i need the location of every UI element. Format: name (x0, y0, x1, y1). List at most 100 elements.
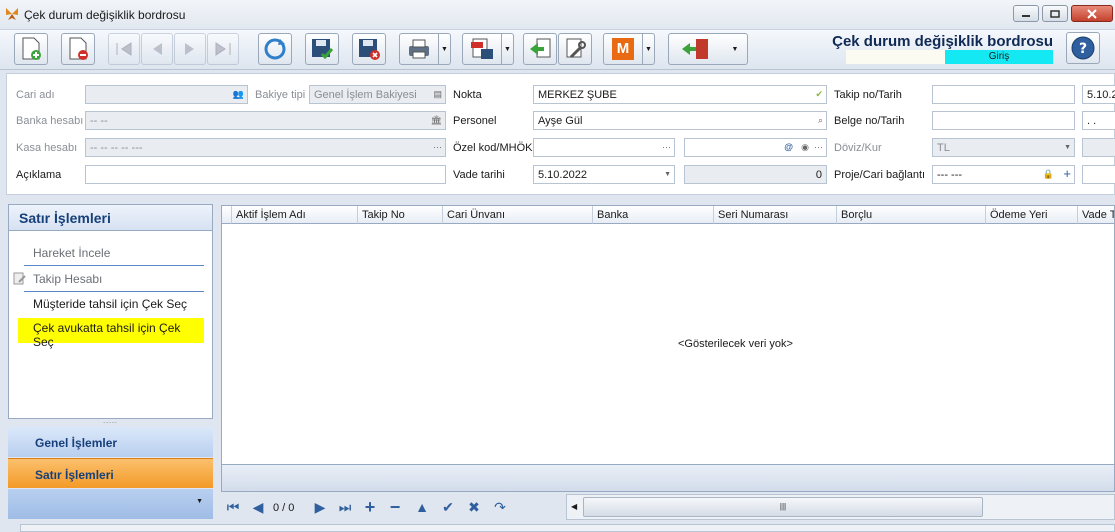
tools-icon (566, 38, 586, 59)
at-icon: @ (784, 142, 793, 152)
save-cancel-icon (359, 39, 380, 60)
cari-adi-label: Cari adı (16, 89, 55, 101)
bottom-scrollbar[interactable] (20, 524, 1115, 532)
column-header[interactable]: Cari Ünvanı (443, 206, 593, 224)
first-icon: ⏮ (226, 499, 240, 515)
minimize-button[interactable] (1013, 5, 1039, 22)
plus-icon: + (1063, 166, 1071, 181)
banka-hesabi-field[interactable]: -- -- 🏛 (85, 111, 446, 130)
print-button[interactable] (399, 33, 439, 65)
help-button[interactable]: ? (1066, 32, 1100, 64)
search-icon: ⌕ (817, 115, 823, 125)
tools-button[interactable] (558, 33, 592, 65)
print-dropdown-button[interactable]: ▼ (439, 33, 451, 65)
belge-tarih-field[interactable]: . . (1082, 111, 1115, 130)
pdf-icon (471, 38, 493, 59)
nokta-field[interactable]: MERKEZ ŞUBE ✔ (533, 85, 827, 104)
nav-satir-islemleri[interactable]: Satır İşlemleri (8, 458, 213, 488)
kasa-hesabi-field[interactable]: -- -- -- -- --- ··· (85, 138, 446, 157)
ozel-kod-field[interactable]: ··· (533, 138, 675, 157)
new-icon (22, 37, 41, 60)
exit-button[interactable]: ▼ (668, 33, 748, 65)
save-icon (312, 39, 334, 60)
lock-icon: 🔒 (1042, 169, 1054, 179)
append-row-button[interactable]: + (361, 498, 379, 516)
proje-field[interactable]: --- --- 🔒 + (932, 165, 1075, 184)
last-page-button[interactable]: ⏭ (336, 498, 354, 516)
last-record-button[interactable] (207, 33, 239, 65)
maximize-button[interactable] (1042, 5, 1068, 22)
m-dropdown-button[interactable]: ▼ (643, 33, 655, 65)
close-button[interactable] (1071, 5, 1113, 22)
nav-genel-islemler[interactable]: Genel İşlemler (8, 427, 213, 457)
window-title: Çek durum değişiklik bordrosu (24, 8, 186, 22)
horizontal-scrollbar[interactable]: ◀ ||| (566, 494, 1115, 520)
first-record-button[interactable] (108, 33, 140, 65)
nokta-label: Nokta (453, 89, 482, 101)
people-icon: 👥 (232, 89, 244, 99)
personel-field[interactable]: Ayşe Gül ⌕ (533, 111, 827, 130)
pdf-button[interactable] (462, 33, 502, 65)
redo-button[interactable]: ↷ (491, 498, 509, 516)
first-page-button[interactable]: ⏮ (224, 498, 242, 516)
triangle-up-icon: ▲ (415, 499, 429, 515)
import-button[interactable] (523, 33, 557, 65)
column-header[interactable]: Seri Numarası (714, 206, 837, 224)
vade-amount-field[interactable]: 0 (684, 165, 827, 184)
action-musteride-tahsil[interactable]: Müşteride tahsil için Çek Seç (24, 297, 196, 311)
refresh-button[interactable] (258, 33, 292, 65)
takip-no-field[interactable] (932, 85, 1075, 104)
cancel-row-button[interactable]: ✖ (465, 498, 483, 516)
cari-adi-field[interactable]: 👥 (85, 85, 248, 104)
minimize-icon (1022, 14, 1030, 17)
mhok-field[interactable]: @ ◉ ··· (684, 138, 827, 157)
next-icon (185, 43, 194, 55)
remove-row-button[interactable]: − (386, 498, 404, 516)
action-hareket-incele[interactable]: Hareket İncele (24, 246, 204, 266)
new-button[interactable] (14, 33, 48, 65)
vade-tarihi-field[interactable]: 5.10.2022 ▼ (533, 165, 675, 184)
confirm-row-button[interactable]: ✔ (439, 498, 457, 516)
check-icon: ✔ (815, 89, 823, 99)
mode-badge: Giriş (945, 50, 1053, 64)
save-button[interactable] (305, 33, 339, 65)
chevron-down-icon: ▼ (645, 45, 652, 53)
action-avukatta-tahsil[interactable]: Çek avukatta tahsil için Çek Seç (18, 318, 204, 349)
scroll-left-icon: ◀ (571, 502, 578, 511)
prev-record-button[interactable] (141, 33, 173, 65)
column-header[interactable]: Vade T (1078, 206, 1114, 224)
column-header[interactable]: Aktif İşlem Adı (232, 206, 358, 224)
save-cancel-button[interactable] (352, 33, 386, 65)
splitter-grip[interactable]: ..... (8, 418, 213, 427)
m-button[interactable]: M (603, 33, 643, 65)
prev-page-button[interactable]: ◀ (249, 498, 267, 516)
vade-tarihi-label: Vade tarihi (453, 169, 505, 181)
chevron-down-icon: ▼ (441, 45, 448, 53)
aciklama-field[interactable] (85, 165, 446, 184)
next-icon: ▶ (314, 499, 326, 515)
nav-overflow-button[interactable]: ▼ (8, 489, 213, 519)
belge-no-field[interactable] (932, 111, 1075, 130)
column-header[interactable]: Banka (593, 206, 714, 224)
next-record-button[interactable] (174, 33, 206, 65)
takip-tarih-field[interactable]: 5.10.2 (1082, 85, 1115, 104)
proje-extra-field[interactable] (1082, 165, 1115, 184)
ellipsis-icon: ··· (814, 142, 823, 152)
bakiye-tipi-field[interactable]: Genel İşlem Bakiyesi ▤ (309, 85, 446, 104)
minus-icon: − (389, 497, 401, 517)
scroll-thumb[interactable]: ||| (583, 497, 983, 517)
plus-icon: + (364, 497, 376, 517)
column-header[interactable]: Takip No (358, 206, 443, 224)
close-icon (1087, 8, 1097, 19)
kur-field[interactable] (1082, 138, 1115, 157)
move-up-button[interactable]: ▲ (413, 498, 431, 516)
doviz-field[interactable]: TL ▼ (932, 138, 1075, 157)
column-header[interactable]: Ödeme Yeri (986, 206, 1078, 224)
next-page-button[interactable]: ▶ (311, 498, 329, 516)
delete-button[interactable] (61, 33, 95, 65)
pdf-dropdown-button[interactable]: ▼ (502, 33, 514, 65)
data-grid: Aktif İşlem Adı Takip No Cari Ünvanı Ban… (221, 205, 1115, 465)
column-header[interactable]: Borçlu (837, 206, 986, 224)
doviz-label: Döviz/Kur (834, 142, 882, 154)
action-takip-hesabi[interactable]: Takip Hesabı (24, 272, 204, 292)
